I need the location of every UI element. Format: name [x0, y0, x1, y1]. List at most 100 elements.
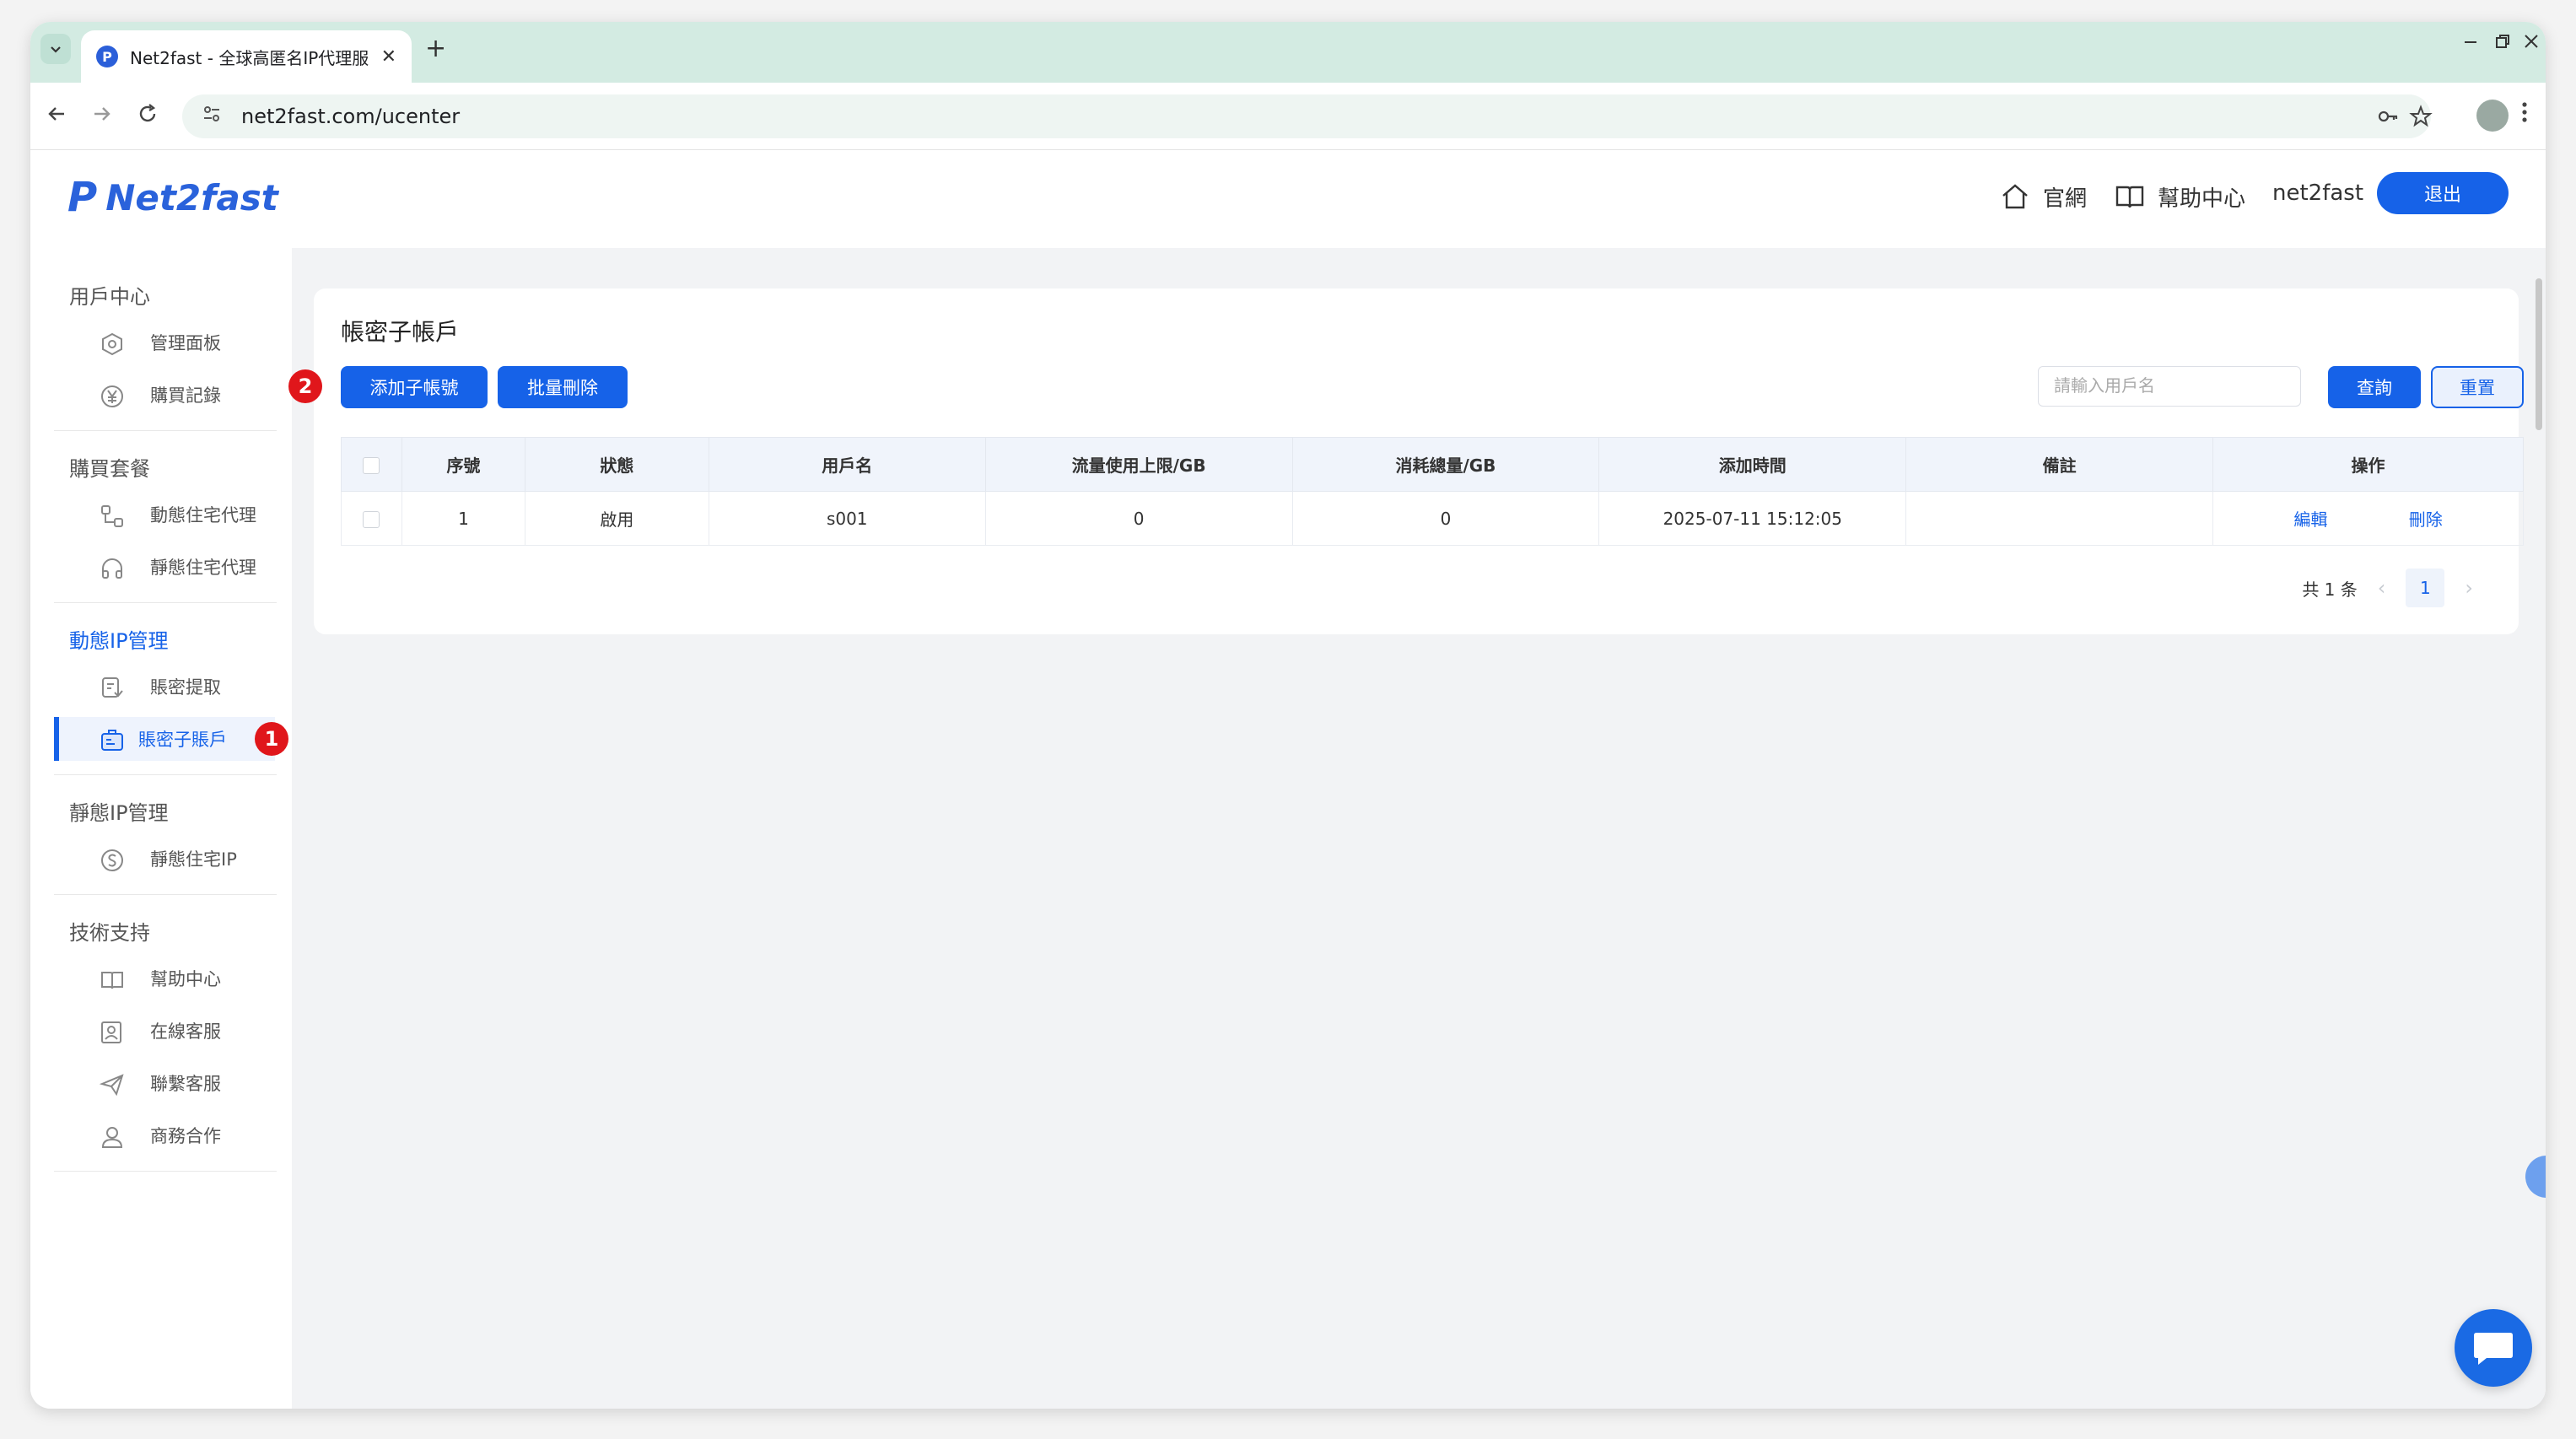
batch-delete-button[interactable]: 批量刪除 [498, 366, 628, 408]
sidebar-item-static-residential[interactable]: 靜態住宅代理 [66, 545, 277, 589]
tab-strip: P Net2fast - 全球高匿名IP代理服 ✕ + [30, 22, 2546, 83]
site-logo[interactable]: P Net2fast [67, 174, 278, 221]
sidebar-item-help-center[interactable]: 幫助中心 [66, 957, 277, 1000]
back-icon[interactable] [44, 101, 69, 132]
sidebar-item-online-service[interactable]: 在線客服 [66, 1009, 277, 1053]
select-all-checkbox[interactable] [341, 437, 402, 492]
help-center-link[interactable]: 幫助中心 [2114, 181, 2245, 213]
cell-index: 1 [401, 491, 525, 546]
sidebar-item-business[interactable]: 商務合作 [66, 1113, 277, 1157]
bookmark-star-icon[interactable] [2409, 94, 2433, 138]
minimize-icon[interactable] [2461, 32, 2480, 56]
column-header: 流量使用上限/GB [984, 437, 1293, 492]
step-1-badge: 1 [255, 722, 288, 756]
edit-link[interactable]: 編輯 [2293, 509, 2327, 530]
username-label[interactable]: net2fast [2272, 181, 2363, 206]
username-search-input[interactable] [2038, 366, 2301, 407]
page-number[interactable]: 1 [2406, 569, 2445, 607]
query-button[interactable]: 查詢 [2328, 366, 2421, 408]
step-2-badge: 2 [288, 369, 322, 403]
pagination: 共 1 条 ‹ 1 › [2302, 569, 2493, 607]
site-header: P Net2fast 官網 幫助中心 net2fast 退出 [30, 150, 2546, 248]
chat-button[interactable] [2455, 1309, 2532, 1387]
delete-link[interactable]: 刪除 [2409, 509, 2443, 530]
reset-button[interactable]: 重置 [2431, 366, 2524, 408]
address-bar[interactable]: net2fast.com/ucenter [182, 94, 2433, 138]
row-checkbox[interactable] [341, 491, 402, 546]
sidebar-item-dashboard[interactable]: 管理面板 [66, 321, 277, 364]
home-link[interactable]: 官網 [1999, 181, 2087, 213]
page-title: 帳密子帳戶 [341, 318, 460, 346]
home-icon [2002, 184, 2028, 209]
side-drawer-handle[interactable] [2525, 1156, 2546, 1198]
column-header: 備註 [1905, 437, 2214, 492]
sub-accounts-table: 序號 狀態 用戶名 流量使用上限/GB 消耗總量/GB 添加時間 備註 操作 1 [341, 437, 2524, 546]
cell-used: 0 [1291, 491, 1600, 546]
sidebar-item-static-ip[interactable]: 靜態住宅IP [66, 837, 277, 881]
url-text[interactable]: net2fast.com/ucenter [241, 105, 460, 128]
tab-close-icon[interactable]: ✕ [381, 46, 396, 67]
sidebar-divider [54, 430, 277, 431]
sidebar-item-purchase-records[interactable]: 購買記錄 [66, 373, 277, 417]
sidebar-item-credential-extract[interactable]: 賬密提取 [66, 665, 277, 709]
sidebar-divider [54, 894, 277, 895]
send-icon [100, 1074, 124, 1097]
tab-search-button[interactable] [40, 34, 71, 64]
column-header: 序號 [401, 437, 525, 492]
tab-title: Net2fast - 全球高匿名IP代理服 [130, 47, 369, 68]
add-sub-account-button[interactable]: 添加子帳號 [341, 366, 488, 408]
sidebar-item-contact-service[interactable]: 聯繫客服 [66, 1061, 277, 1105]
sidebar-group-user-center: 用戶中心 [69, 285, 150, 309]
cell-limit: 0 [984, 491, 1293, 546]
badge-icon [101, 730, 123, 751]
book-icon [2115, 186, 2144, 208]
browser-window: P Net2fast - 全球高匿名IP代理服 ✕ + net2fast.com… [30, 22, 2546, 1409]
password-key-icon[interactable] [2375, 94, 2401, 138]
page-scrollbar[interactable] [2536, 278, 2542, 430]
sidebar: 用戶中心 管理面板 購買記錄 購買套餐 動態住宅代理 靜態住宅代理 動態IP管理 [30, 248, 292, 1409]
site-settings-icon[interactable] [201, 103, 223, 130]
favicon: P [96, 46, 118, 67]
next-page-icon[interactable]: › [2465, 576, 2473, 600]
sidebar-item-dynamic-residential[interactable]: 動態住宅代理 [66, 493, 277, 536]
forward-icon[interactable] [89, 101, 115, 132]
sidebar-group-dynamic-ip: 動態IP管理 [69, 629, 169, 653]
home-label: 官網 [2043, 186, 2088, 212]
cell-status: 啟用 [524, 491, 709, 546]
extract-icon [102, 677, 123, 698]
sidebar-divider [54, 602, 277, 603]
table-row: 1 啟用 s001 0 0 2025-07-11 15:12:05 編輯 刪除 [341, 491, 2524, 546]
restore-icon[interactable] [2493, 32, 2512, 56]
cell-username: s001 [708, 491, 986, 546]
browser-toolbar: net2fast.com/ucenter [30, 83, 2546, 150]
nodes-icon [101, 505, 123, 527]
help-label: 幫助中心 [2158, 186, 2246, 212]
dashboard-icon [102, 332, 122, 356]
new-tab-button[interactable]: + [425, 34, 446, 63]
window-close-icon[interactable] [2522, 32, 2541, 56]
cell-remark [1905, 491, 2214, 546]
chat-bubble-icon [2474, 1333, 2513, 1365]
browser-menu-icon[interactable] [2520, 100, 2529, 131]
table-header-row: 序號 狀態 用戶名 流量使用上限/GB 消耗總量/GB 添加時間 備註 操作 [341, 437, 2524, 492]
sidebar-item-sub-accounts[interactable]: 賬密子賬戶 [54, 717, 275, 761]
cell-actions: 編輯 刪除 [2212, 491, 2524, 546]
sidebar-divider [54, 1171, 277, 1172]
book-icon [101, 972, 123, 989]
browser-tab[interactable]: P Net2fast - 全球高匿名IP代理服 ✕ [81, 30, 412, 83]
page: P Net2fast 官網 幫助中心 net2fast 退出 用戶中心 管理面板 [30, 150, 2546, 1409]
sidebar-group-static-ip: 靜態IP管理 [69, 801, 169, 825]
profile-avatar[interactable] [2476, 100, 2509, 132]
sidebar-group-tech-support: 技術支持 [69, 921, 150, 945]
prev-page-icon[interactable]: ‹ [2378, 576, 2386, 600]
chevron-down-icon [51, 46, 61, 53]
headset-icon [102, 558, 122, 579]
reload-icon[interactable] [135, 101, 160, 132]
cell-time: 2025-07-11 15:12:05 [1598, 491, 1907, 546]
column-header: 用戶名 [708, 437, 986, 492]
logout-button[interactable]: 退出 [2377, 172, 2509, 214]
dollar-icon [101, 849, 123, 871]
logo-text: Net2fast [105, 176, 278, 218]
total-count: 共 1 条 [2302, 579, 2358, 600]
column-header: 添加時間 [1598, 437, 1907, 492]
